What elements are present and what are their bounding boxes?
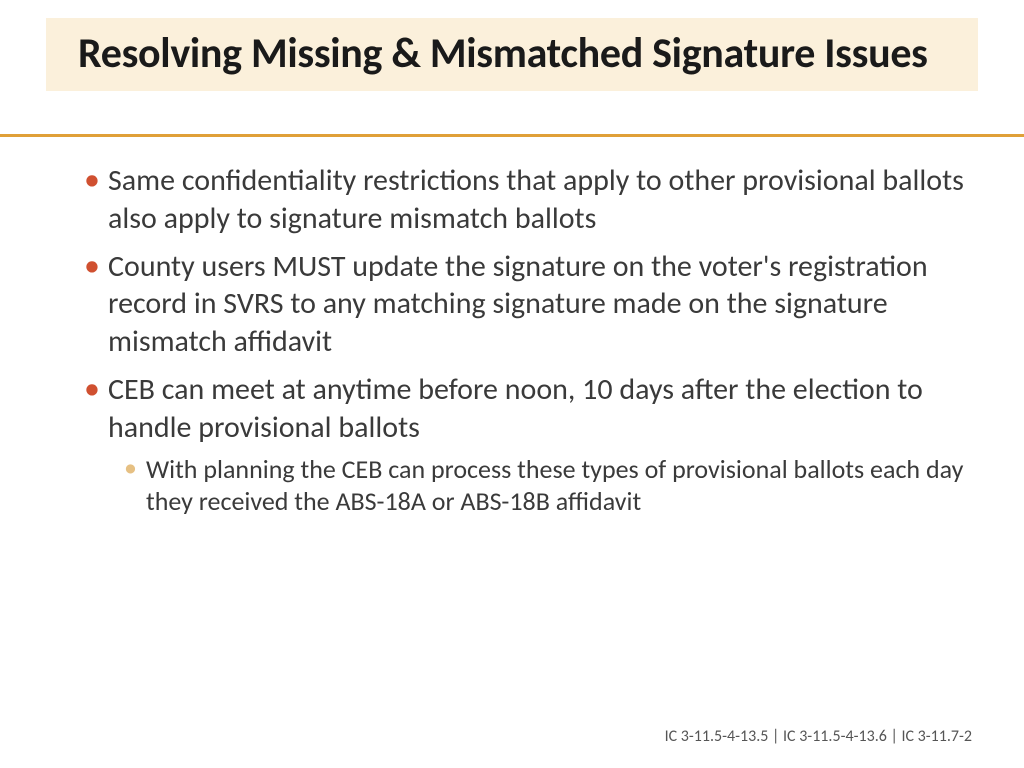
list-item: CEB can meet at anytime before noon, 10 … [84, 371, 964, 518]
slide: Resolving Missing & Mismatched Signature… [0, 0, 1024, 768]
slide-title: Resolving Missing & Mismatched Signature… [78, 30, 946, 77]
bullet-text: County users MUST update the signature o… [108, 248, 928, 361]
sub-bullet-list: With planning the CEB can process these … [108, 453, 964, 519]
bullet-text: Same confidentiality restrictions that a… [108, 162, 964, 237]
slide-body: Same confidentiality restrictions that a… [84, 162, 964, 528]
sub-bullet-text: With planning the CEB can process these … [146, 453, 963, 518]
list-item: With planning the CEB can process these … [124, 453, 964, 519]
footer-citation: IC 3-11.5-4-13.5 | IC 3-11.5-4-13.6 | IC… [665, 727, 972, 746]
bullet-list: Same confidentiality restrictions that a… [84, 162, 964, 518]
accent-rule [0, 134, 1024, 137]
list-item: County users MUST update the signature o… [84, 248, 964, 361]
title-band: Resolving Missing & Mismatched Signature… [46, 18, 978, 91]
bullet-text: CEB can meet at anytime before noon, 10 … [108, 371, 923, 446]
list-item: Same confidentiality restrictions that a… [84, 162, 964, 238]
